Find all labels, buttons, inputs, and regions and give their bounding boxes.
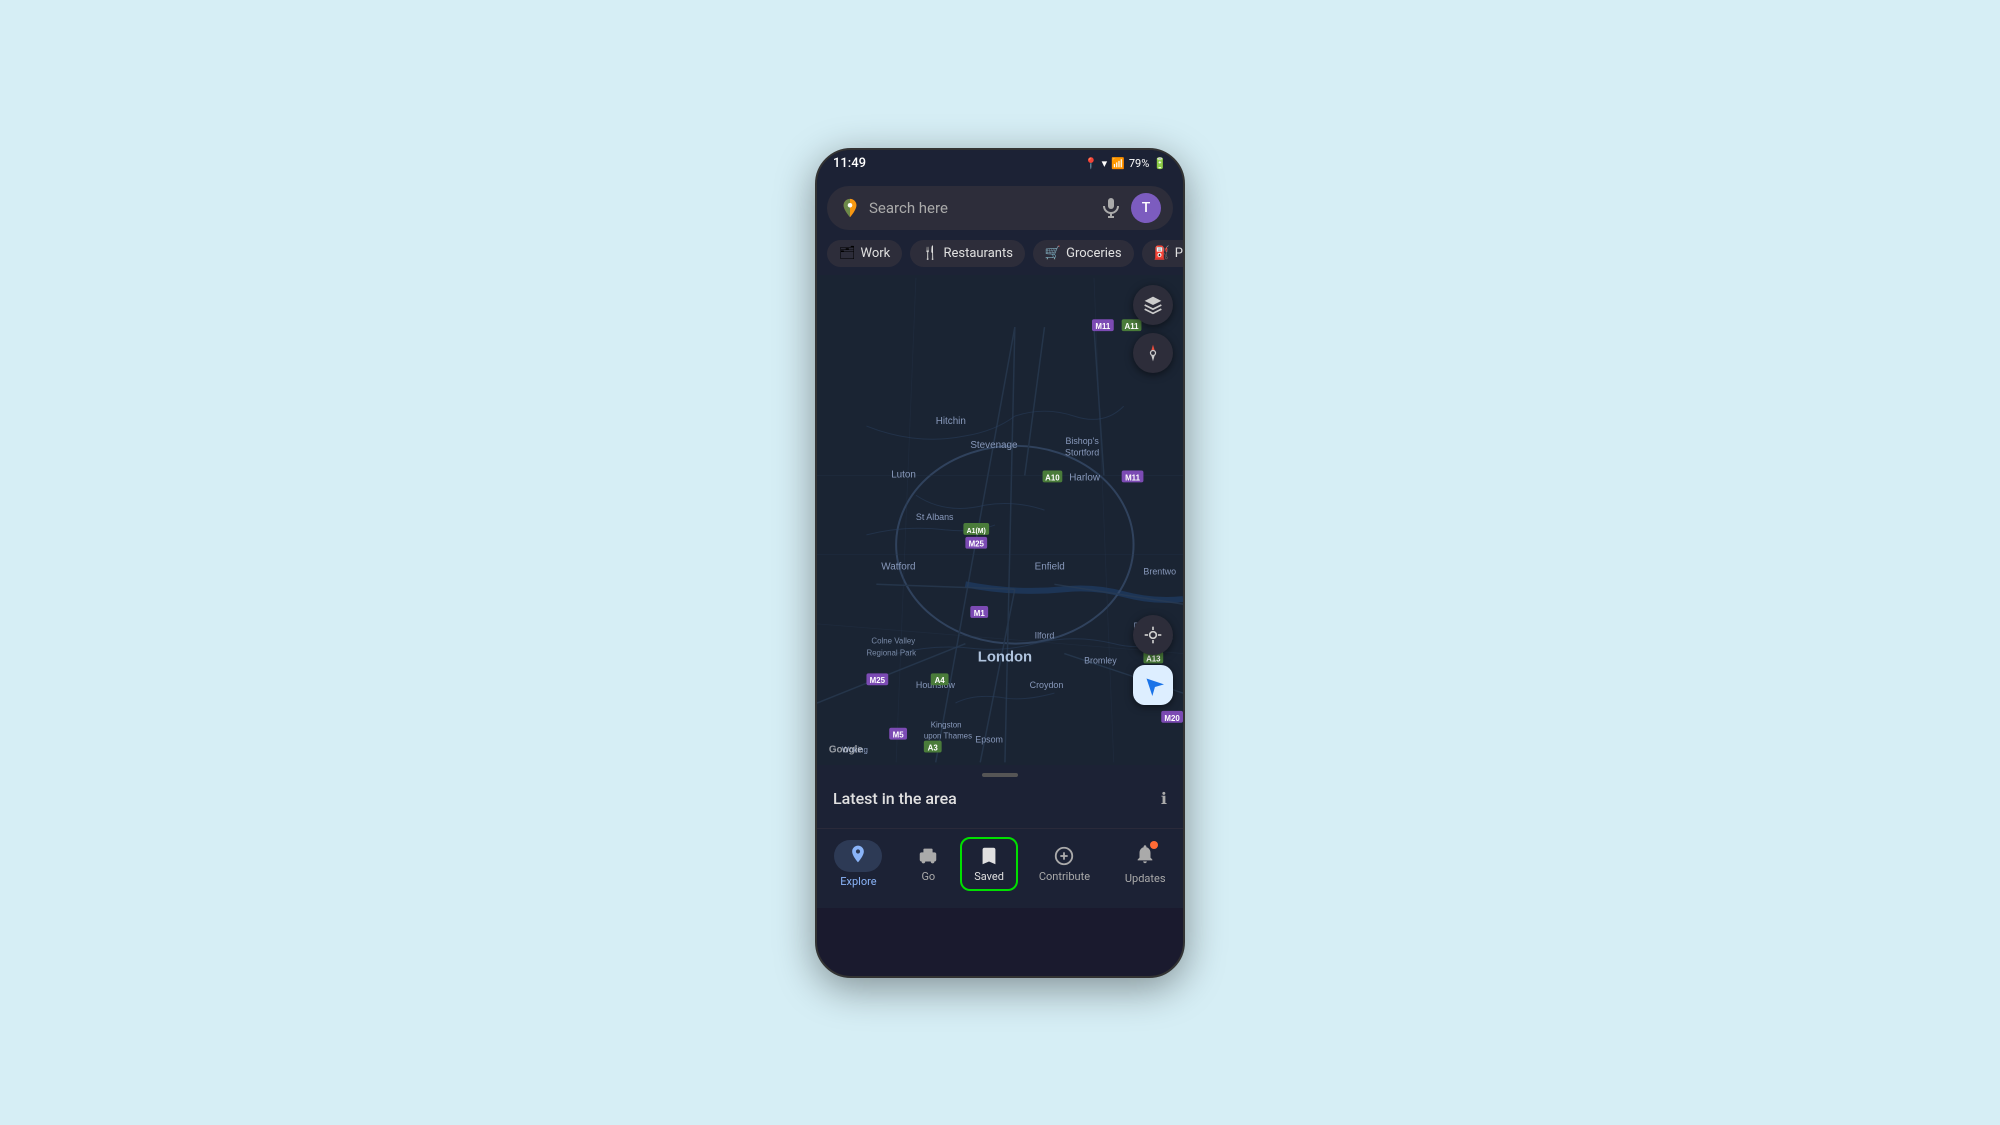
svg-text:Luton: Luton: [891, 469, 916, 480]
nav-saved-label: Saved: [974, 870, 1004, 883]
search-container: Search here T: [817, 178, 1183, 236]
nav-item-updates[interactable]: Updates: [1113, 837, 1178, 891]
svg-text:A10: A10: [1045, 473, 1060, 482]
work-chip-icon: 🗂: [839, 246, 856, 261]
nav-contribute-label: Contribute: [1039, 870, 1090, 883]
svg-text:M11: M11: [1095, 322, 1111, 331]
svg-text:Bishop's: Bishop's: [1065, 435, 1099, 445]
chip-groceries[interactable]: 🛒 Groceries: [1033, 240, 1134, 267]
petrol-chip-icon: ⛽: [1154, 246, 1170, 261]
wifi-icon: ▾: [1102, 157, 1108, 170]
latest-in-area-title: Latest in the area: [833, 789, 957, 808]
svg-text:Epsom: Epsom: [975, 734, 1003, 744]
svg-text:Regional Park: Regional Park: [866, 648, 916, 657]
svg-text:A13: A13: [1146, 654, 1161, 663]
svg-text:Harlow: Harlow: [1069, 472, 1101, 483]
svg-text:Stortford: Stortford: [1065, 447, 1099, 457]
status-icons: 📍 ▾ 📶 79% 🔋: [1084, 157, 1167, 170]
map-svg: Luton Hitchin Stevenage St Albans Watfor…: [817, 275, 1183, 765]
chip-petrol[interactable]: ⛽ Pe: [1142, 240, 1183, 267]
chip-petrol-label: Pe: [1175, 246, 1183, 261]
status-bar: 11:49 📍 ▾ 📶 79% 🔋: [817, 150, 1183, 178]
bottom-sheet-title: Latest in the area ℹ: [833, 789, 1167, 808]
svg-text:M25: M25: [870, 676, 886, 685]
svg-text:Hitchin: Hitchin: [936, 416, 966, 427]
svg-text:Colne Valley: Colne Valley: [871, 636, 915, 645]
location-status-icon: 📍: [1084, 157, 1098, 170]
nav-item-go[interactable]: Go: [905, 839, 951, 889]
svg-text:Stevenage: Stevenage: [970, 439, 1018, 450]
bottom-sheet: Latest in the area ℹ: [817, 765, 1183, 828]
layers-button[interactable]: [1133, 285, 1173, 325]
restaurants-chip-icon: 🍴: [922, 246, 938, 261]
svg-text:Google: Google: [829, 744, 864, 755]
location-icon: [1143, 625, 1163, 645]
nav-explore-label: Explore: [840, 875, 876, 888]
svg-text:upon Thames: upon Thames: [924, 731, 972, 740]
drag-handle[interactable]: [982, 773, 1018, 777]
svg-text:St Albans: St Albans: [916, 512, 954, 522]
chip-work[interactable]: 🗂 Work: [827, 240, 902, 267]
compass-button[interactable]: [1133, 333, 1173, 373]
svg-text:London: London: [978, 649, 1032, 665]
svg-text:Brentwo: Brentwo: [1143, 566, 1176, 576]
battery-icon: 🔋: [1153, 157, 1167, 170]
nav-item-explore[interactable]: Explore: [822, 834, 894, 894]
info-icon[interactable]: ℹ: [1161, 789, 1167, 808]
contribute-icon: [1053, 845, 1075, 867]
chip-work-label: Work: [861, 246, 891, 261]
mic-icon[interactable]: [1099, 196, 1123, 220]
map-area[interactable]: Luton Hitchin Stevenage St Albans Watfor…: [817, 275, 1183, 765]
svg-text:Enfield: Enfield: [1035, 561, 1065, 572]
svg-text:M5: M5: [893, 730, 905, 739]
signal-icon: 📶: [1111, 157, 1125, 170]
svg-text:M1: M1: [974, 608, 986, 617]
status-time: 11:49: [833, 156, 866, 171]
svg-text:M11: M11: [1125, 473, 1141, 482]
nav-go-label: Go: [921, 870, 935, 883]
google-maps-logo: [839, 197, 861, 219]
svg-text:Bromley: Bromley: [1084, 655, 1117, 665]
svg-text:Ilford: Ilford: [1035, 630, 1055, 640]
svg-text:A4: A4: [935, 676, 946, 685]
user-avatar[interactable]: T: [1131, 193, 1161, 223]
chip-groceries-label: Groceries: [1066, 246, 1121, 261]
svg-text:M20: M20: [1164, 713, 1180, 722]
svg-text:M25: M25: [969, 539, 985, 548]
navigate-icon: [1142, 674, 1164, 696]
chip-restaurants-label: Restaurants: [943, 246, 1012, 261]
svg-text:A1(M): A1(M): [967, 527, 986, 534]
saved-icon: [978, 845, 1000, 867]
battery-level: 79%: [1129, 157, 1149, 170]
explore-icon: [848, 844, 868, 864]
go-icon: [917, 845, 939, 867]
nav-item-contribute[interactable]: Contribute: [1027, 839, 1102, 889]
search-bar[interactable]: Search here T: [827, 186, 1173, 230]
nav-item-saved[interactable]: Saved: [962, 839, 1016, 889]
search-input[interactable]: Search here: [869, 199, 1091, 217]
bottom-nav: Explore Go Saved Con: [817, 828, 1183, 908]
groceries-chip-icon: 🛒: [1045, 246, 1061, 261]
svg-text:A3: A3: [928, 743, 939, 752]
svg-text:Watford: Watford: [881, 561, 915, 572]
layers-icon: [1143, 295, 1163, 315]
phone-frame: 11:49 📍 ▾ 📶 79% 🔋 Search here: [815, 148, 1185, 978]
navigate-button[interactable]: [1133, 665, 1173, 705]
nav-updates-label: Updates: [1125, 872, 1166, 885]
chip-restaurants[interactable]: 🍴 Restaurants: [910, 240, 1025, 267]
my-location-button[interactable]: [1133, 615, 1173, 655]
svg-text:A11: A11: [1125, 322, 1140, 331]
compass-icon: [1143, 343, 1163, 363]
chips-container: 🗂 Work 🍴 Restaurants 🛒 Groceries ⛽ Pe: [817, 236, 1183, 275]
svg-text:Kingston: Kingston: [931, 720, 962, 729]
svg-text:Croydon: Croydon: [1030, 680, 1064, 690]
